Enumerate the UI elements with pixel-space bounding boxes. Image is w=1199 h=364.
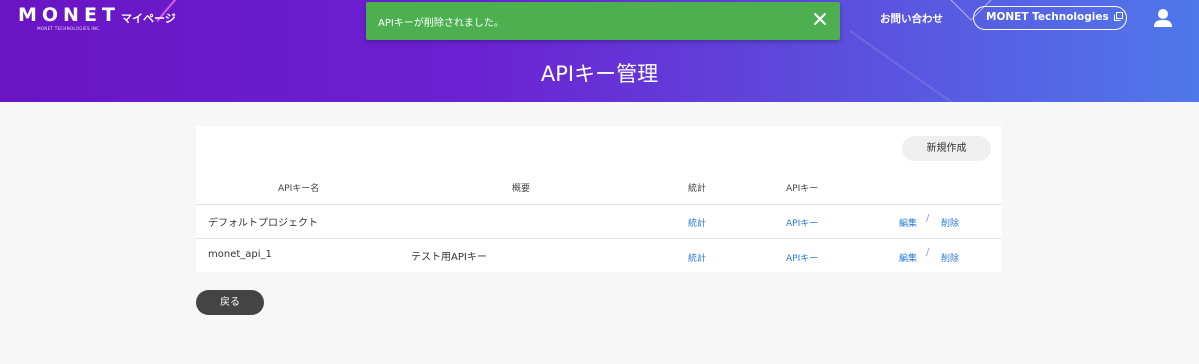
monet-technologies-label: MONET Technologies [986, 11, 1109, 23]
monet-logo[interactable]: MONET MONET TECHNOLOGIES INC. [18, 4, 120, 32]
table-divider [196, 238, 1002, 239]
row-delete-link[interactable]: 削除 [941, 216, 959, 229]
success-toast: APIキーが削除されました。 [366, 2, 840, 40]
row-stats-link[interactable]: 統計 [688, 216, 706, 229]
row-apikey-link[interactable]: APIキー [786, 216, 818, 229]
api-key-table-card: 新規作成 APIキー名 概要 統計 APIキー デフォルトプロジェクト 統計 A… [196, 126, 1002, 272]
row-name: monet_api_1 [208, 249, 272, 260]
logo-text: MONET [18, 4, 120, 26]
row-edit-link[interactable]: 編集 [899, 251, 917, 264]
nav-mypage-link[interactable]: マイページ [121, 10, 176, 26]
row-delete-link[interactable]: 削除 [941, 251, 959, 264]
new-api-key-button[interactable]: 新規作成 [902, 136, 991, 161]
toast-message: APIキーが削除されました。 [378, 18, 504, 29]
page-title: APIキー管理 [540, 62, 659, 86]
row-stats-link[interactable]: 統計 [688, 251, 706, 264]
row-action-separator: / [926, 213, 930, 224]
table-divider [196, 204, 1002, 205]
column-header-stats: 統計 [688, 184, 707, 194]
external-link-icon [1113, 8, 1123, 21]
row-apikey-link[interactable]: APIキー [786, 251, 818, 264]
column-header-name: APIキー名 [278, 184, 320, 194]
row-summary: テスト用APIキー [411, 252, 487, 263]
row-name: デフォルトプロジェクト [208, 218, 318, 229]
user-icon[interactable] [1152, 7, 1174, 29]
back-button[interactable]: 戻る [196, 290, 264, 315]
row-edit-link[interactable]: 編集 [899, 216, 917, 229]
column-header-summary: 概要 [512, 184, 531, 194]
column-header-apikey: APIキー [786, 184, 819, 194]
close-icon[interactable] [812, 11, 828, 27]
row-action-separator: / [926, 247, 930, 258]
monet-technologies-link[interactable]: MONET Technologies [973, 6, 1127, 30]
nav-contact-link[interactable]: お問い合わせ [880, 11, 943, 26]
logo-subtext: MONET TECHNOLOGIES INC. [37, 26, 101, 31]
